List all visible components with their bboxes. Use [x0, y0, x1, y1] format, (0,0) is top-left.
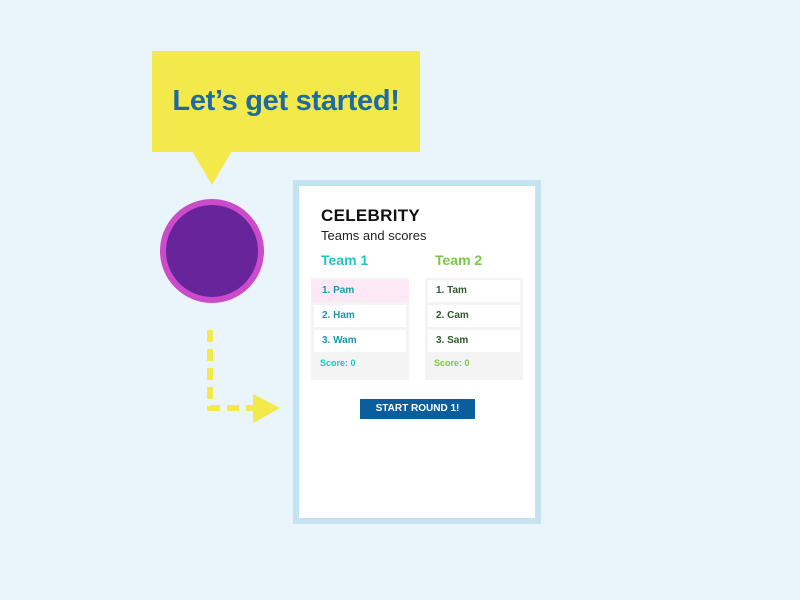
start-round-button[interactable]: START ROUND 1! [360, 399, 475, 419]
team1-player-1[interactable]: 1. Pam [311, 280, 409, 302]
team2-player-2[interactable]: 2. Cam [428, 305, 520, 327]
team2-heading: Team 2 [435, 252, 483, 268]
speech-bubble-text: Let’s get started! [172, 85, 400, 117]
team1-player-3[interactable]: 3. Wam [314, 330, 406, 352]
app-card: CELEBRITY Teams and scores Team 1 Team 2… [293, 180, 541, 524]
team2-player-1[interactable]: 1. Tam [428, 280, 520, 302]
team2-player-3[interactable]: 3. Sam [428, 330, 520, 352]
app-title: CELEBRITY [321, 206, 421, 225]
team1-score: Score: 0 [320, 358, 356, 368]
team1-list: 1. Pam 2. Ham 3. Wam Score: 0 [311, 278, 409, 380]
app-subtitle: Teams and scores [321, 228, 427, 243]
team2-score: Score: 0 [434, 358, 470, 368]
team1-player-2[interactable]: 2. Ham [314, 305, 406, 327]
speech-bubble-tail [192, 151, 232, 185]
team2-list: 1. Tam 2. Cam 3. Sam Score: 0 [425, 278, 523, 380]
team1-heading: Team 1 [321, 252, 369, 268]
dashed-arrow-right-icon [207, 330, 280, 423]
speech-bubble: Let’s get started! [152, 51, 420, 152]
avatar [160, 199, 264, 303]
stage: Let’s get started! CELEBRITY Teams and s… [0, 0, 800, 600]
